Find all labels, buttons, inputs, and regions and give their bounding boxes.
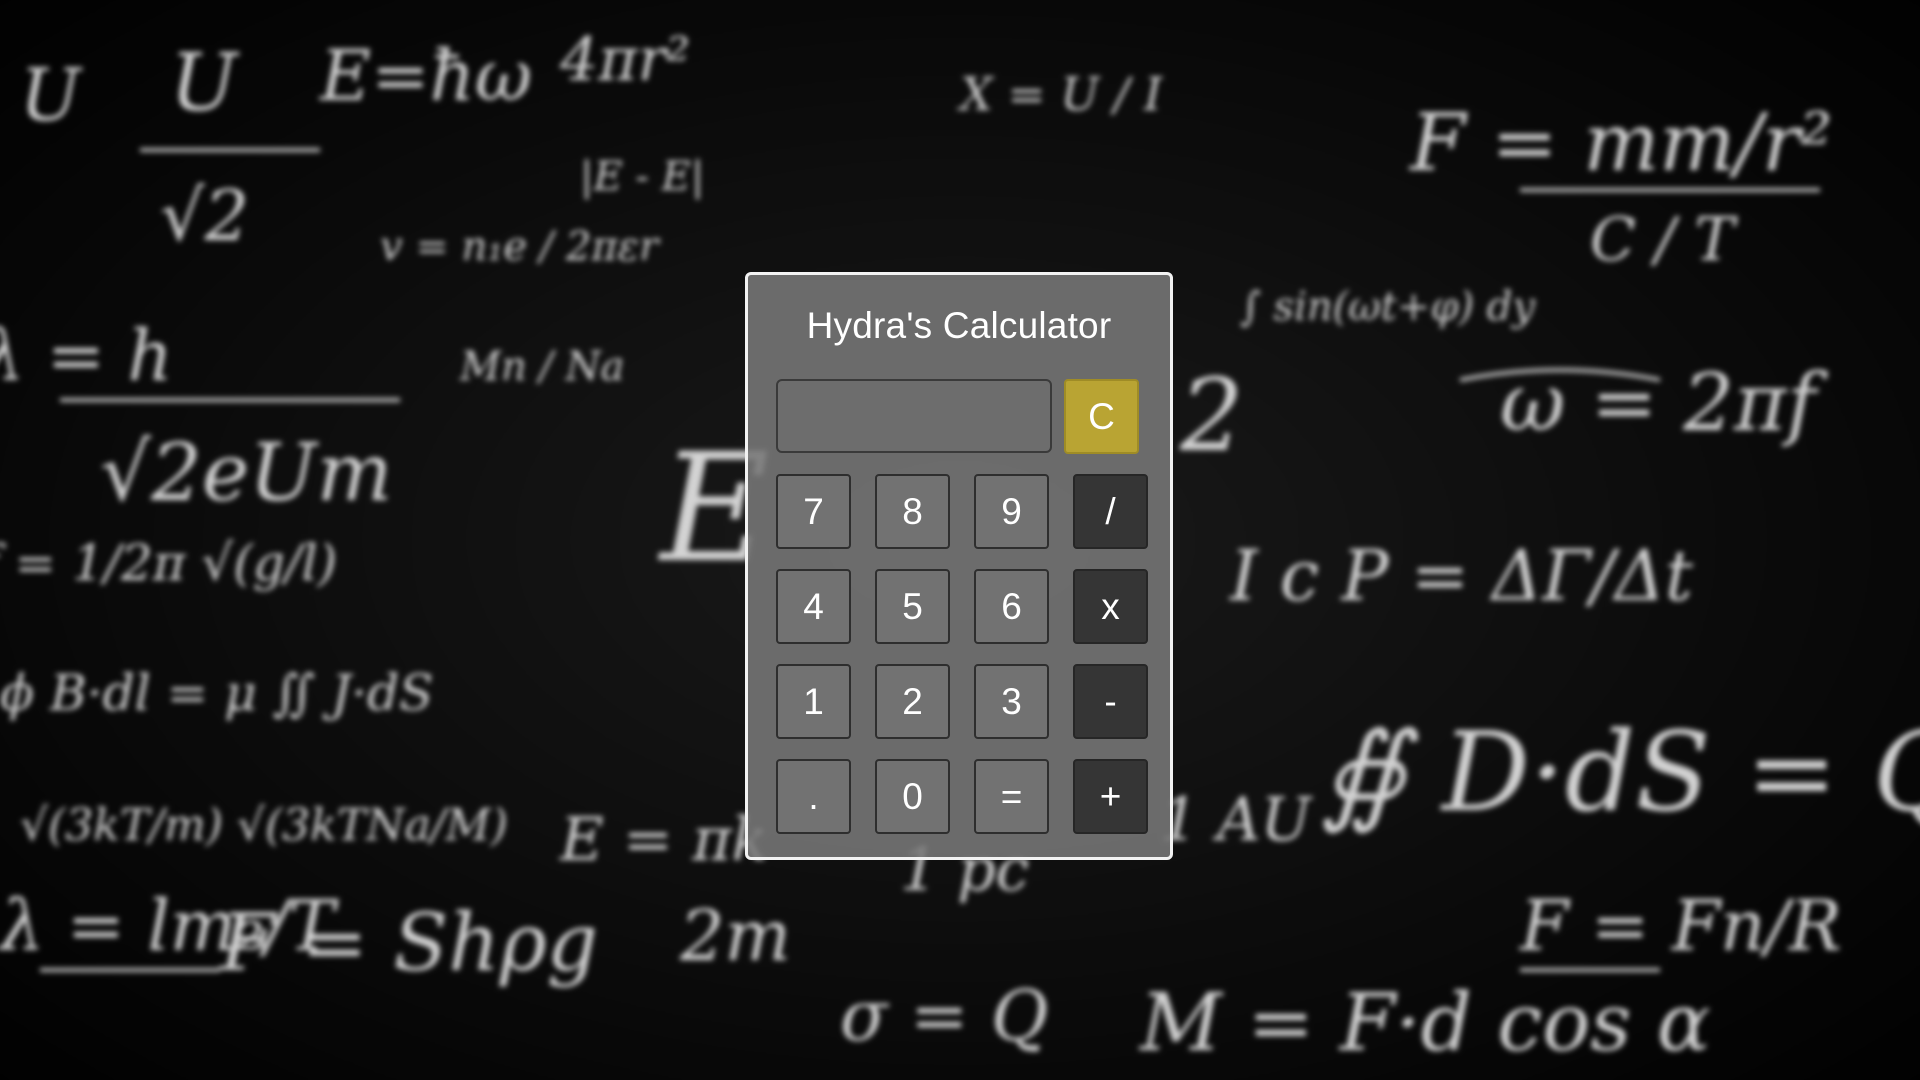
- svg-text:U: U: [20, 53, 83, 137]
- svg-text:Mn / Na: Mn / Na: [459, 344, 624, 390]
- calculator-title: Hydra's Calculator: [806, 305, 1112, 346]
- digit-7-button[interactable]: 7: [776, 474, 851, 549]
- divide-button[interactable]: /: [1073, 474, 1148, 549]
- svg-text:√(3kT/m) √(3kTNa/M): √(3kT/m) √(3kTNa/M): [20, 800, 508, 851]
- calculator-panel: Hydra's Calculator C 7 8 9 / 4 5 6 x 1 2…: [745, 272, 1173, 860]
- svg-text:ϕ B·dl = μ ∬ J·dS: ϕ B·dl = μ ∬ J·dS: [0, 664, 433, 722]
- svg-text:M = F·d cos α: M = F·d cos α: [1138, 976, 1711, 1069]
- svg-text:√2eUm: √2eUm: [100, 426, 393, 519]
- svg-text:E=ħω: E=ħω: [318, 35, 532, 117]
- digit-8-button[interactable]: 8: [875, 474, 950, 549]
- svg-text:λ = h: λ = h: [0, 315, 173, 397]
- svg-text:I c P = ΔΓ/Δt: I c P = ΔΓ/Δt: [1228, 535, 1694, 617]
- svg-text:σ = Q: σ = Q: [840, 975, 1048, 1057]
- digit-6-button[interactable]: 6: [974, 569, 1049, 644]
- svg-text:C / T: C / T: [1590, 205, 1738, 275]
- svg-text:√2: √2: [160, 175, 249, 257]
- svg-text:f = 1/2π √(g/l): f = 1/2π √(g/l): [0, 534, 337, 592]
- svg-text:v = n₁e / 2πεr: v = n₁e / 2πεr: [380, 224, 661, 270]
- svg-text:X = U / I: X = U / I: [957, 67, 1163, 121]
- digit-9-button[interactable]: 9: [974, 474, 1049, 549]
- svg-text:4πr²: 4πr²: [559, 25, 690, 95]
- svg-text:2: 2: [1179, 357, 1244, 474]
- svg-text:1 AU: 1 AU: [1160, 785, 1314, 855]
- svg-text:U: U: [170, 36, 240, 129]
- svg-text:2m: 2m: [679, 895, 791, 977]
- svg-text:|E - E|: |E - E|: [580, 154, 704, 200]
- svg-text:F = Shρg: F = Shρg: [218, 896, 598, 989]
- minus-button[interactable]: -: [1073, 664, 1148, 739]
- digit-1-button[interactable]: 1: [776, 664, 851, 739]
- decimal-button[interactable]: .: [776, 759, 851, 834]
- digit-2-button[interactable]: 2: [875, 664, 950, 739]
- equals-button[interactable]: =: [974, 759, 1049, 834]
- svg-text:E = πk: E = πk: [559, 805, 768, 875]
- clear-button[interactable]: C: [1064, 379, 1139, 454]
- digit-5-button[interactable]: 5: [875, 569, 950, 644]
- svg-text:F = mm/r²: F = mm/r²: [1408, 96, 1832, 189]
- svg-text:∫ sin(ωt+φ) dy: ∫ sin(ωt+φ) dy: [1240, 284, 1536, 330]
- svg-text:F = Fn/R: F = Fn/R: [1518, 885, 1842, 967]
- calculator-display: [776, 379, 1052, 453]
- svg-text:∯ D·dS = Q: ∯ D·dS = Q: [1320, 708, 1920, 836]
- multiply-button[interactable]: x: [1073, 569, 1148, 644]
- digit-3-button[interactable]: 3: [974, 664, 1049, 739]
- digit-4-button[interactable]: 4: [776, 569, 851, 644]
- digit-0-button[interactable]: 0: [875, 759, 950, 834]
- plus-button[interactable]: +: [1073, 759, 1148, 834]
